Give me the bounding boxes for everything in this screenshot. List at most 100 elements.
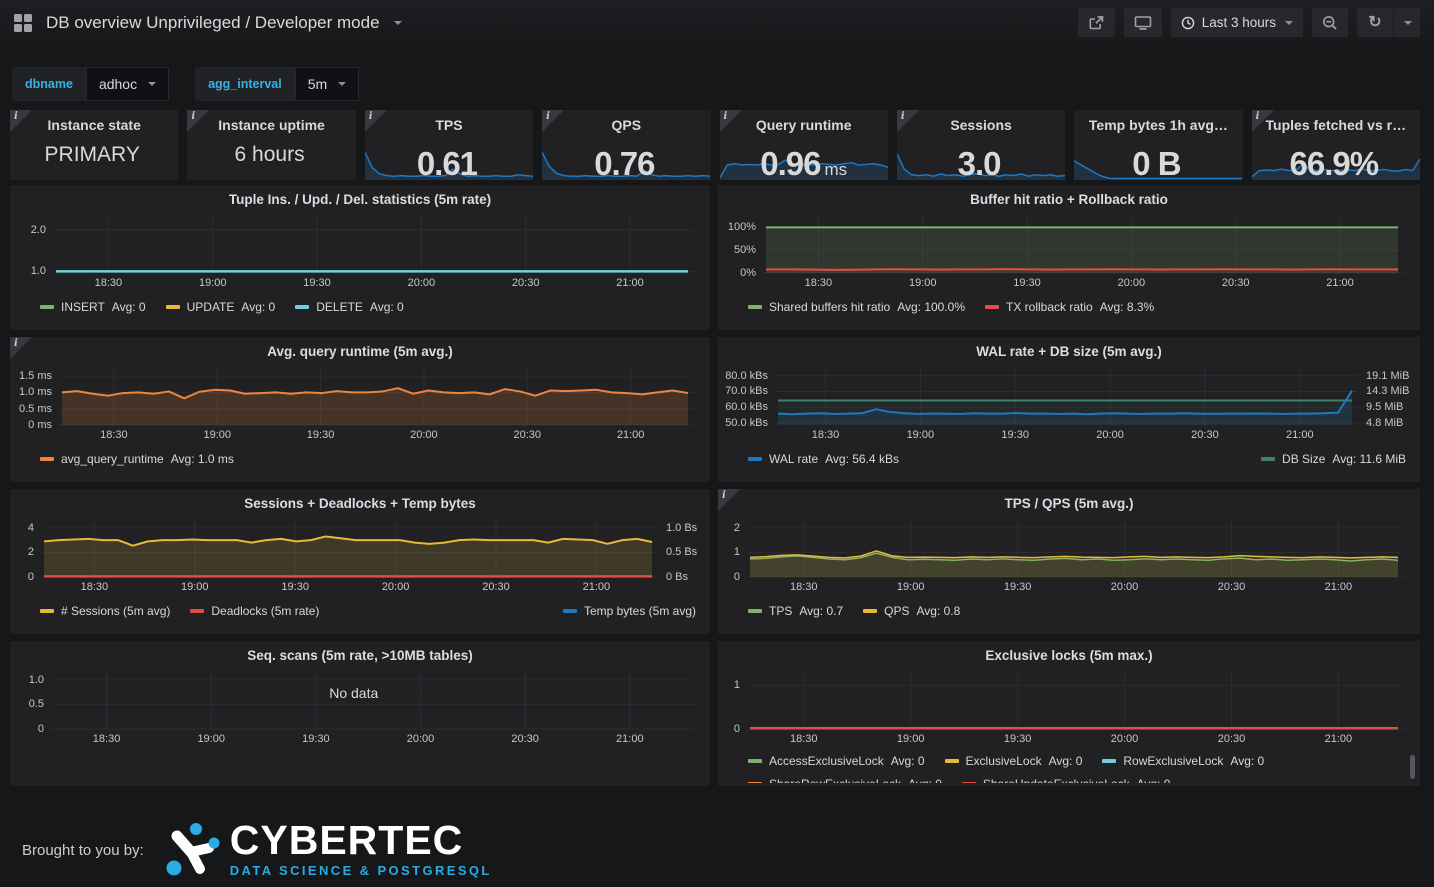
panel-info-icon[interactable]: i <box>365 110 387 132</box>
legend-series-name[interactable]: AccessExclusiveLock <box>769 753 884 769</box>
x-axis-tick: 19:00 <box>907 429 935 442</box>
panel-title[interactable]: Avg. query runtime (5m avg.) <box>10 344 710 359</box>
x-axis-tick: 21:00 <box>617 429 645 442</box>
panel-info-icon[interactable]: i <box>720 110 742 132</box>
graph-panel-exclusive-locks[interactable]: i Exclusive locks (5m max.) 1018:3019:00… <box>718 641 1420 786</box>
legend-series-avg: Avg: 0 <box>891 753 925 769</box>
legend-series-name[interactable]: QPS <box>884 603 909 619</box>
legend-series-name[interactable]: INSERT <box>61 299 105 315</box>
stat-value: 0.96 <box>760 145 820 180</box>
panel-title[interactable]: Seq. scans (5m rate, >10MB tables) <box>10 648 710 663</box>
panel-info-icon[interactable]: i <box>187 110 209 132</box>
x-axis-tick: 20:00 <box>1111 581 1139 594</box>
refresh-button[interactable]: ↻ <box>1357 8 1393 37</box>
panel-info-icon[interactable]: i <box>10 110 32 132</box>
stat-panel-query-runtime[interactable]: i Query runtime 0.96ms <box>720 110 888 180</box>
x-axis-tick: 21:00 <box>616 733 644 746</box>
y-axis-tick: 4 <box>10 522 34 535</box>
variable-agg-interval: agg_interval 5m <box>195 67 359 101</box>
x-axis-tick: 19:30 <box>281 581 309 594</box>
legend-series-swatch <box>295 305 309 309</box>
x-axis-tick: 19:30 <box>1013 277 1041 290</box>
y-axis-tick: 2.0 <box>10 224 46 237</box>
y-axis-tick: 100% <box>718 221 756 234</box>
legend-series-name[interactable]: DELETE <box>316 299 363 315</box>
legend-item: INSERT Avg: 0 <box>40 299 146 315</box>
logo-subtitle: DATA SCIENCE & POSTGRESQL <box>230 863 492 878</box>
graph-panel-seq-scans[interactable]: i Seq. scans (5m rate, >10MB tables) 1.0… <box>10 641 710 786</box>
panel-info-icon[interactable]: i <box>897 110 919 132</box>
zoom-out-button[interactable] <box>1312 8 1348 37</box>
legend-item: # Sessions (5m avg) <box>40 603 170 619</box>
share-button[interactable] <box>1078 8 1115 37</box>
panel-info-icon[interactable]: i <box>718 489 740 511</box>
legend-series-name[interactable]: Temp bytes (5m avg) <box>584 603 696 619</box>
y2-axis-tick: 4.8 MiB <box>1366 417 1403 430</box>
panel-title[interactable]: Sessions + Deadlocks + Temp bytes <box>10 496 710 511</box>
legend-series-name[interactable]: DB Size <box>1282 451 1325 467</box>
legend: avg_query_runtimeAvg: 1.0 ms <box>40 451 234 467</box>
legend-series-avg: Avg: 0 <box>112 299 146 315</box>
x-axis-tick: 20:30 <box>482 581 510 594</box>
panel-info-icon[interactable]: i <box>542 110 564 132</box>
stat-panel-qps[interactable]: i QPS 0.76 <box>542 110 710 180</box>
x-axis-tick: 20:00 <box>407 733 435 746</box>
graph-panel-wal-rate-db-size[interactable]: i WAL rate + DB size (5m avg.) 80.0 kBs7… <box>718 337 1420 482</box>
caret-down-icon[interactable] <box>394 21 402 25</box>
graph-panel-avg-query-runtime[interactable]: i Avg. query runtime (5m avg.) 1.5 ms1.0… <box>10 337 710 482</box>
stat-panel-instance-state[interactable]: i Instance state PRIMARY <box>10 110 178 180</box>
legend-series-name[interactable]: TPS <box>769 603 792 619</box>
stat-title: Query runtime <box>720 117 888 133</box>
legend-series-name[interactable]: RowExclusiveLock <box>1123 753 1223 769</box>
panel-title[interactable]: Exclusive locks (5m max.) <box>718 648 1420 663</box>
y-axis-tick: 1.5 ms <box>10 370 52 383</box>
y-axis-tick: 0 <box>718 571 740 584</box>
variable-agg-interval-select[interactable]: 5m <box>295 67 359 101</box>
legend-series-name[interactable]: WAL rate <box>769 451 818 467</box>
legend-series-swatch <box>166 305 180 309</box>
share-icon <box>1088 15 1105 31</box>
legend-series-name[interactable]: UPDATE <box>187 299 235 315</box>
panel-title[interactable]: Buffer hit ratio + Rollback ratio <box>718 192 1420 207</box>
legend-series-name[interactable]: ShareUpdateExclusiveLock <box>983 776 1130 783</box>
graph-panel-buffer-hit-ratio[interactable]: i Buffer hit ratio + Rollback ratio 100%… <box>718 185 1420 330</box>
stat-panel-sessions[interactable]: i Sessions 3.0 <box>897 110 1065 180</box>
time-range-picker[interactable]: Last 3 hours <box>1171 8 1303 37</box>
dashboard-title[interactable]: DB overview Unprivileged / Developer mod… <box>46 13 380 33</box>
caret-down-icon <box>1404 21 1412 25</box>
x-axis-tick: 18:30 <box>790 581 818 594</box>
legend-series-name[interactable]: Deadlocks (5m rate) <box>211 603 319 619</box>
stat-value: 3.0 <box>958 145 1001 180</box>
panel-title[interactable]: TPS / QPS (5m avg.) <box>718 496 1420 511</box>
graph-panel-sessions-deadlocks[interactable]: i Sessions + Deadlocks + Temp bytes 4201… <box>10 489 710 634</box>
x-axis-tick: 21:00 <box>1325 581 1353 594</box>
legend-series-name[interactable]: # Sessions (5m avg) <box>61 603 170 619</box>
legend-item: ShareRowExclusiveLockAvg: 0 <box>748 776 942 783</box>
variable-dbname-select[interactable]: adhoc <box>86 67 169 101</box>
stat-panel-temp-bytes[interactable]: i Temp bytes 1h avg… 0 B <box>1074 110 1242 180</box>
dashboard-grid-icon[interactable] <box>12 12 34 34</box>
legend-series-name[interactable]: Shared buffers hit ratio <box>769 299 890 315</box>
legend-scrollbar[interactable] <box>1410 755 1415 779</box>
legend-series-name[interactable]: TX rollback ratio <box>1006 299 1093 315</box>
graph-panel-tps-qps[interactable]: i TPS / QPS (5m avg.) 21018:3019:0019:30… <box>718 489 1420 634</box>
panel-title[interactable]: Tuple Ins. / Upd. / Del. statistics (5m … <box>10 192 710 207</box>
logo-title: CYBERTEC <box>230 822 492 860</box>
tv-mode-button[interactable] <box>1124 8 1162 37</box>
cybertec-molecule-icon <box>164 822 222 878</box>
caret-down-icon <box>148 82 156 86</box>
graph-panel-tuple-statistics[interactable]: i Tuple Ins. / Upd. / Del. statistics (5… <box>10 185 710 330</box>
y2-axis-tick: 14.3 MiB <box>1366 385 1409 398</box>
legend-series-swatch <box>748 457 762 461</box>
stat-panel-tps[interactable]: i TPS 0.61 <box>365 110 533 180</box>
legend-series-name[interactable]: ExclusiveLock <box>966 753 1042 769</box>
panel-info-icon[interactable]: i <box>10 337 32 359</box>
refresh-interval-dropdown[interactable] <box>1394 8 1420 37</box>
stat-panel-tuples-fetched[interactable]: i Tuples fetched vs r… 66.9% <box>1252 110 1420 180</box>
panel-title[interactable]: WAL rate + DB size (5m avg.) <box>718 344 1420 359</box>
panel-info-icon[interactable]: i <box>1252 110 1274 132</box>
legend-series-name[interactable]: avg_query_runtime <box>61 451 164 467</box>
stat-title: Instance uptime <box>187 117 355 133</box>
stat-panel-instance-uptime[interactable]: i Instance uptime 6 hours <box>187 110 355 180</box>
legend-series-name[interactable]: ShareRowExclusiveLock <box>769 776 901 783</box>
